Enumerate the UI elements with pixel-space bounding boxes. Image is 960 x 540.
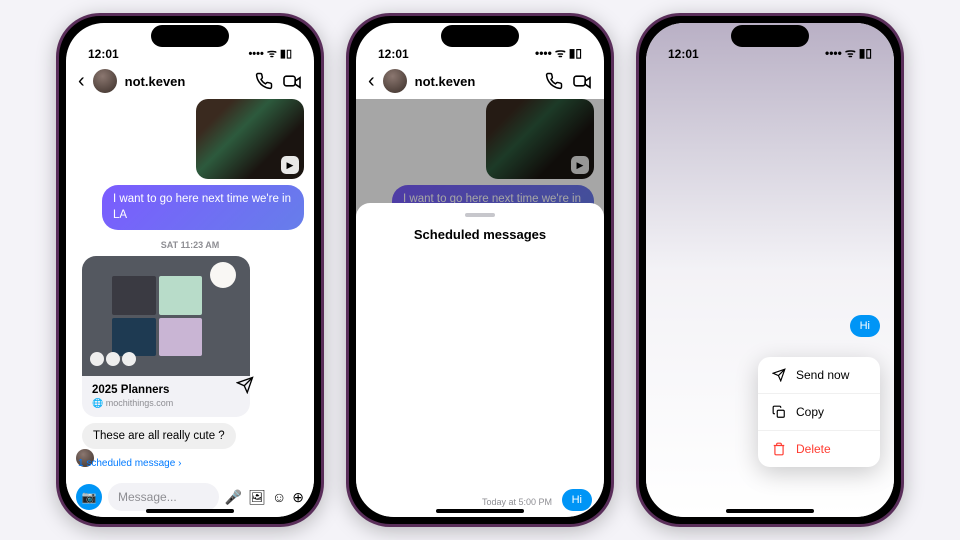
scheduled-row[interactable]: 1 scheduled message › (66, 452, 193, 475)
status-icons: •••• ᯤ ▮▯ (535, 44, 582, 61)
chat-body: ▶ I want to go here next time we're in L… (66, 99, 314, 517)
screen: 12:01 •••• ᯤ ▮▯ ‹ not.keven ▶ I wa (66, 23, 314, 517)
battery-icon: ▮▯ (569, 46, 582, 60)
message-input[interactable]: Message... (108, 483, 219, 511)
card-title: 2025 Planners (92, 384, 240, 396)
reel-icon: ▶ (281, 156, 299, 174)
call-icon[interactable] (254, 71, 274, 91)
sent-bubble[interactable]: I want to go here next time we're in LA (102, 185, 304, 230)
trash-icon (772, 442, 786, 456)
sticker-icon[interactable]: ☺ (272, 489, 286, 505)
status-icons: •••• ᯤ ▮▯ (248, 46, 292, 61)
chat-header: ‹ not.keven (356, 63, 604, 99)
dynamic-island (151, 25, 229, 47)
menu-send-now[interactable]: Send now (758, 357, 880, 394)
scheduled-time: Today at 5:00 PM (482, 497, 552, 507)
status-time: 12:01 (378, 47, 409, 61)
photo-icon[interactable]: 🖼 (248, 489, 266, 506)
battery-icon: ▮▯ (280, 47, 292, 60)
menu-copy[interactable]: Copy (758, 394, 880, 431)
video-icon[interactable] (572, 71, 592, 91)
sheet-title: Scheduled messages (368, 227, 592, 242)
avatar[interactable] (383, 69, 407, 93)
menu-label: Copy (796, 405, 824, 419)
battery-icon: ▮▯ (859, 46, 872, 60)
sheet-grabber[interactable] (465, 213, 495, 217)
sent-image[interactable]: ▶ (196, 99, 304, 179)
received-bubble[interactable]: These are all really cute ? (82, 423, 236, 449)
card-image (82, 256, 250, 376)
share-icon[interactable] (236, 376, 254, 394)
home-indicator[interactable] (726, 509, 814, 513)
screen: 12:01 •••• ᯤ ▮▯ ‹ not.keven ▶ I want to … (356, 23, 604, 517)
wifi-icon: ᯤ (845, 44, 856, 61)
menu-delete[interactable]: Delete (758, 431, 880, 467)
wifi-icon: ᯤ (555, 44, 566, 61)
camera-button[interactable]: 📷 (76, 484, 102, 510)
chat-body: ▶ I want to go here next time we're in L… (356, 99, 604, 517)
cellular-icon: •••• (825, 46, 842, 60)
avatar[interactable] (93, 69, 117, 93)
dynamic-island (731, 25, 809, 47)
menu-label: Send now (796, 368, 849, 382)
scheduled-sheet: Scheduled messages Today at 5:00 PM Hi (356, 203, 604, 517)
dynamic-island (441, 25, 519, 47)
cellular-icon: •••• (535, 46, 552, 60)
send-icon (772, 368, 786, 382)
status-time: 12:01 (668, 47, 699, 61)
phone-frame-2: 12:01 •••• ᯤ ▮▯ ‹ not.keven ▶ I want to … (346, 13, 614, 527)
home-indicator[interactable] (436, 509, 524, 513)
plus-icon[interactable]: ⊕ (292, 489, 304, 506)
username[interactable]: not.keven (125, 74, 246, 89)
status-time: 12:01 (88, 47, 119, 61)
context-menu: Send now Copy Delete (758, 357, 880, 467)
phone-frame-1: 12:01 •••• ᯤ ▮▯ ‹ not.keven ▶ I wa (56, 13, 324, 527)
timestamp: SAT 11:23 AM (76, 240, 304, 250)
back-icon[interactable]: ‹ (78, 70, 85, 93)
link-card[interactable]: 2025 Planners 🌐 mochithings.com (82, 256, 250, 417)
chat-header: ‹ not.keven (66, 63, 314, 99)
username[interactable]: not.keven (415, 74, 536, 89)
card-subtitle: 🌐 mochithings.com (92, 398, 240, 409)
context-bubble[interactable]: Hi (850, 315, 880, 337)
status-icons: •••• ᯤ ▮▯ (825, 44, 872, 61)
phone-frame-3: 12:01 •••• ᯤ ▮▯ Hi Send now Copy (636, 13, 904, 527)
scheduled-bubble[interactable]: Hi (562, 489, 592, 511)
cellular-icon: •••• (248, 48, 263, 60)
wifi-icon: ᯤ (267, 46, 277, 61)
voice-icon[interactable]: 🎤 (225, 489, 242, 506)
call-icon[interactable] (544, 71, 564, 91)
message-thread[interactable]: ▶ I want to go here next time we're in L… (66, 99, 314, 449)
screen: 12:01 •••• ᯤ ▮▯ Hi Send now Copy (646, 23, 894, 517)
menu-label: Delete (796, 442, 831, 456)
video-icon[interactable] (282, 71, 302, 91)
back-icon[interactable]: ‹ (368, 70, 375, 93)
home-indicator[interactable] (146, 509, 234, 513)
copy-icon (772, 405, 786, 419)
